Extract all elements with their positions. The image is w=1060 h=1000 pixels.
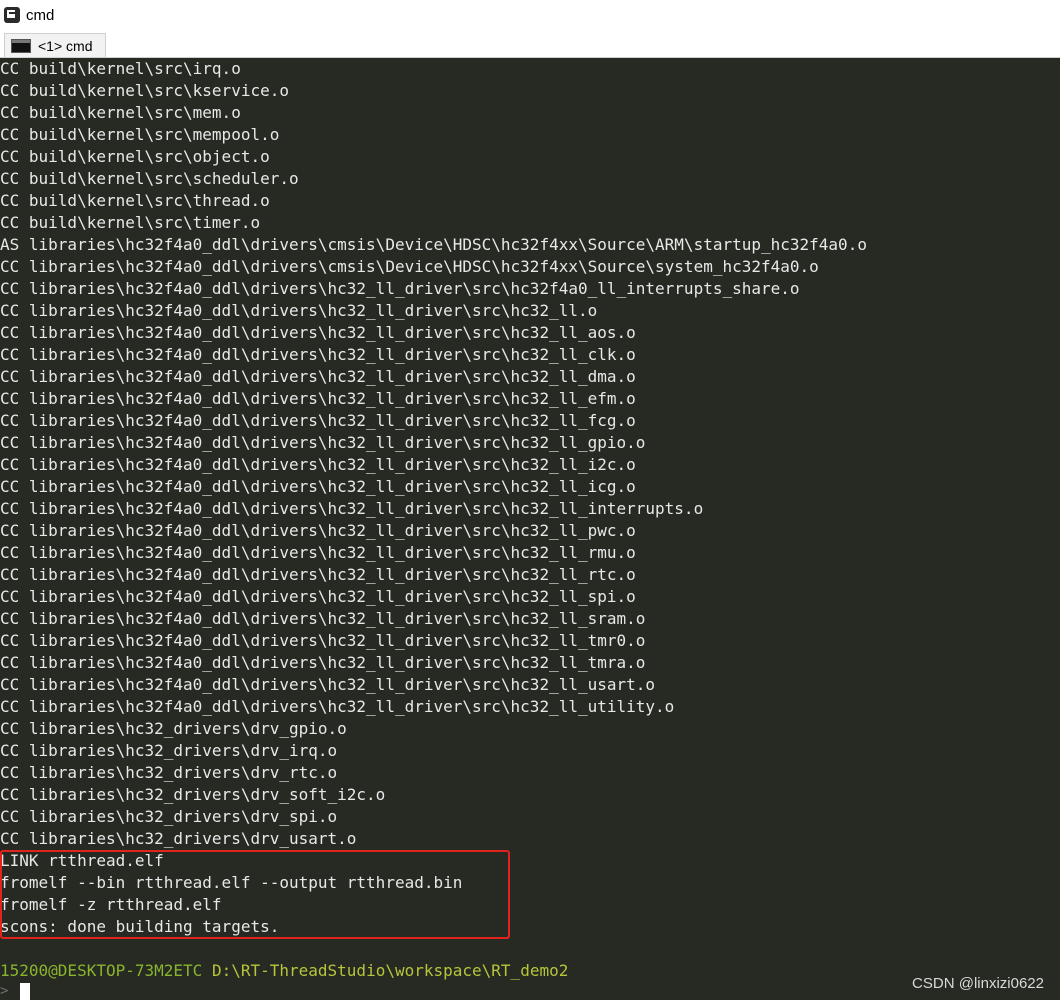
command-prompt: 15200@DESKTOP-73M2ETC D:\RT-ThreadStudio… bbox=[0, 960, 568, 982]
console-line: CC libraries\hc32f4a0_ddl\drivers\hc32_l… bbox=[0, 455, 636, 474]
console-line: CC libraries\hc32_drivers\drv_rtc.o bbox=[0, 763, 338, 782]
console-lines: CC build\kernel\src\irq.o CC build\kernel… bbox=[0, 58, 867, 938]
console-line: CC libraries\hc32f4a0_ddl\drivers\hc32_l… bbox=[0, 543, 636, 562]
console-line: CC libraries\hc32_drivers\drv_usart.o bbox=[0, 829, 357, 848]
tab-cmd[interactable]: <1> cmd bbox=[4, 33, 106, 57]
console-line: CC libraries\hc32f4a0_ddl\drivers\hc32_l… bbox=[0, 587, 636, 606]
console-line: CC build\kernel\src\object.o bbox=[0, 147, 270, 166]
title-bar: cmd bbox=[0, 0, 1060, 30]
console-line: CC libraries\hc32f4a0_ddl\drivers\hc32_l… bbox=[0, 323, 636, 342]
console-line: CC libraries\hc32f4a0_ddl\drivers\hc32_l… bbox=[0, 279, 800, 298]
prompt-chevron: > bbox=[0, 983, 9, 999]
console-line: CC libraries\hc32f4a0_ddl\drivers\hc32_l… bbox=[0, 521, 636, 540]
console-line: CC libraries\hc32_drivers\drv_spi.o bbox=[0, 807, 338, 826]
console-line: CC libraries\hc32_drivers\drv_irq.o bbox=[0, 741, 338, 760]
console-line: CC libraries\hc32f4a0_ddl\drivers\hc32_l… bbox=[0, 389, 636, 408]
console-line: CC build\kernel\src\mem.o bbox=[0, 103, 241, 122]
text-cursor bbox=[20, 982, 30, 1000]
tab-label: <1> cmd bbox=[38, 37, 93, 54]
console-line: CC build\kernel\src\timer.o bbox=[0, 213, 261, 232]
console-line: CC libraries\hc32f4a0_ddl\drivers\hc32_l… bbox=[0, 565, 636, 584]
console-line: CC libraries\hc32f4a0_ddl\drivers\hc32_l… bbox=[0, 631, 646, 650]
console-line: CC libraries\hc32f4a0_ddl\drivers\hc32_l… bbox=[0, 653, 646, 672]
console-line: CC libraries\hc32f4a0_ddl\drivers\hc32_l… bbox=[0, 345, 636, 364]
console-line: CC build\kernel\src\kservice.o bbox=[0, 81, 289, 100]
prompt-path: D:\RT-ThreadStudio\workspace\RT_demo2 bbox=[211, 961, 569, 980]
console-line: CC libraries\hc32_drivers\drv_gpio.o bbox=[0, 719, 347, 738]
console-line: CC libraries\hc32f4a0_ddl\drivers\hc32_l… bbox=[0, 477, 636, 496]
console-app-icon bbox=[4, 7, 20, 23]
command-input-row[interactable]: > bbox=[0, 982, 30, 1000]
prompt-user-host: 15200@DESKTOP-73M2ETC bbox=[0, 961, 203, 980]
console-line: CC libraries\hc32f4a0_ddl\drivers\hc32_l… bbox=[0, 433, 646, 452]
window-title: cmd bbox=[26, 6, 55, 24]
highlight-box bbox=[0, 850, 510, 939]
console-line: CC libraries\hc32f4a0_ddl\drivers\hc32_l… bbox=[0, 301, 598, 320]
console-line: CC libraries\hc32f4a0_ddl\drivers\hc32_l… bbox=[0, 675, 656, 694]
console-line: CC build\kernel\src\thread.o bbox=[0, 191, 270, 210]
tab-bar: <1> cmd bbox=[0, 30, 1060, 58]
terminal-icon bbox=[11, 38, 31, 53]
console-line: CC build\kernel\src\scheduler.o bbox=[0, 169, 299, 188]
console-line: CC libraries\hc32f4a0_ddl\drivers\cmsis\… bbox=[0, 257, 819, 276]
console-output[interactable]: CC build\kernel\src\irq.o CC build\kernel… bbox=[0, 58, 1060, 1000]
watermark: CSDN @linxizi0622 bbox=[912, 975, 1044, 992]
console-line: CC libraries\hc32f4a0_ddl\drivers\hc32_l… bbox=[0, 697, 675, 716]
console-line: CC build\kernel\src\irq.o bbox=[0, 59, 241, 78]
console-line: CC build\kernel\src\mempool.o bbox=[0, 125, 280, 144]
console-line: CC libraries\hc32f4a0_ddl\drivers\hc32_l… bbox=[0, 499, 704, 518]
console-line: CC libraries\hc32_drivers\drv_soft_i2c.o bbox=[0, 785, 386, 804]
console-line: AS libraries\hc32f4a0_ddl\drivers\cmsis\… bbox=[0, 235, 867, 254]
console-line: CC libraries\hc32f4a0_ddl\drivers\hc32_l… bbox=[0, 367, 636, 386]
console-line: CC libraries\hc32f4a0_ddl\drivers\hc32_l… bbox=[0, 609, 646, 628]
console-line: CC libraries\hc32f4a0_ddl\drivers\hc32_l… bbox=[0, 411, 636, 430]
